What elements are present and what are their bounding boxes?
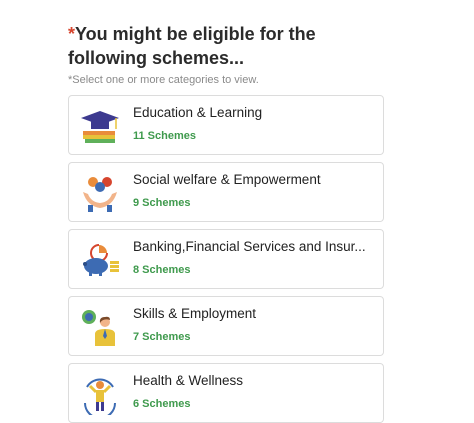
category-card-education[interactable]: Education & Learning 11 Schemes [68, 95, 384, 155]
skills-icon [82, 310, 115, 346]
page-subtitle: *Select one or more categories to view. [68, 74, 259, 86]
scheme-count: 9 Schemes [133, 197, 191, 209]
scheme-count: 11 Schemes [133, 130, 196, 142]
scheme-count: 7 Schemes [133, 331, 191, 343]
category-name: Banking,Financial Services and Insur... [133, 239, 366, 254]
category-name: Skills & Employment [133, 306, 257, 321]
education-icon [81, 111, 119, 143]
category-name: Health & Wellness [133, 373, 244, 388]
scheme-count: 8 Schemes [133, 264, 191, 276]
required-asterisk: * [68, 24, 76, 44]
social-welfare-icon [83, 177, 117, 212]
category-card-banking[interactable]: Banking,Financial Services and Insur... … [68, 229, 384, 289]
category-name: Social welfare & Empowerment [133, 172, 321, 187]
health-icon [84, 378, 116, 415]
scheme-count: 6 Schemes [133, 398, 191, 410]
category-card-health[interactable]: Health & Wellness 6 Schemes [68, 363, 384, 423]
eligibility-header: *You might be eligible for the following… [68, 22, 398, 86]
category-card-social-welfare[interactable]: Social welfare & Empowerment 9 Schemes [68, 162, 384, 222]
banking-icon [83, 244, 119, 276]
page-title: *You might be eligible for the following… [68, 24, 316, 68]
category-card-skills[interactable]: Skills & Employment 7 Schemes [68, 296, 384, 356]
category-name: Education & Learning [133, 105, 263, 120]
